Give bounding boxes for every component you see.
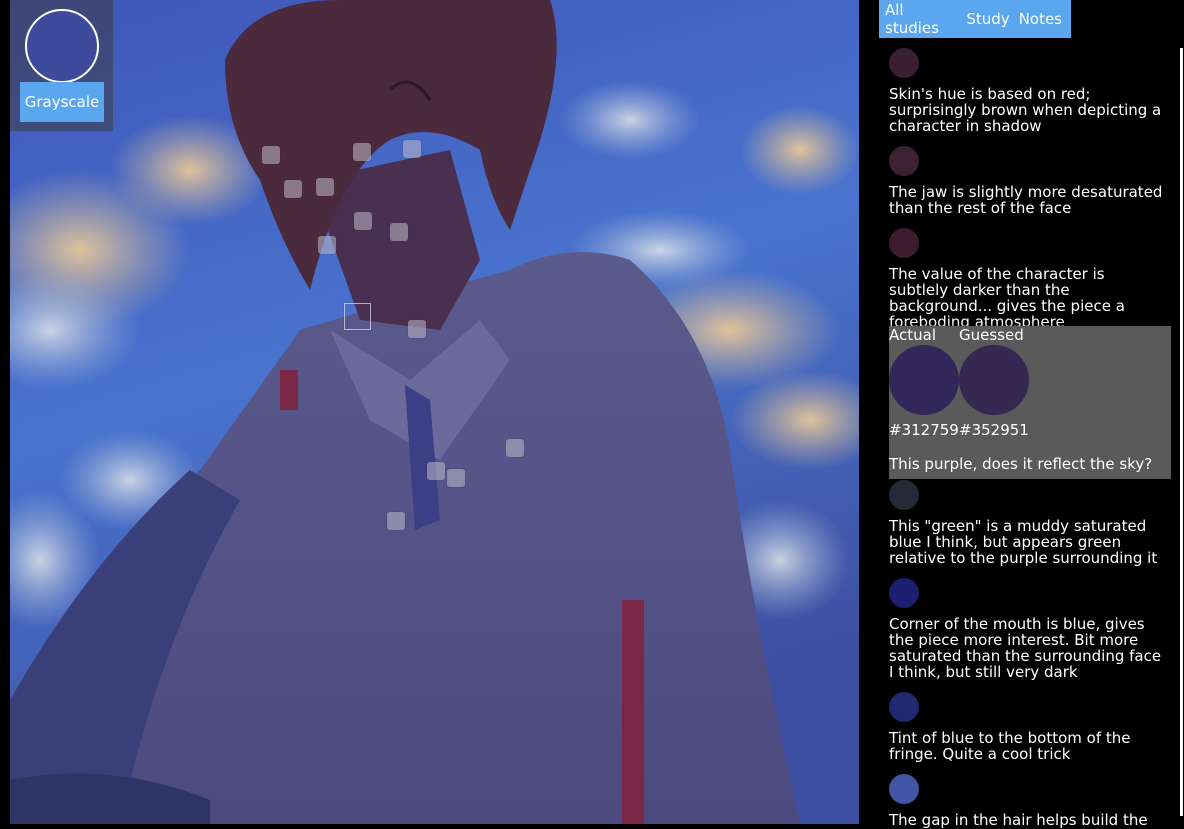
note-color-dot [889, 578, 919, 608]
note-item[interactable]: The jaw is slightly more desaturated tha… [889, 146, 1167, 216]
note-text: The value of the character is subtlely d… [889, 265, 1125, 331]
color-sample-marker[interactable] [447, 469, 465, 487]
note-item[interactable]: The value of the character is subtlely d… [889, 228, 1167, 330]
guessed-hex: #352951 [959, 421, 1029, 439]
color-sample-marker[interactable] [427, 462, 445, 480]
note-text: This "green" is a muddy saturated blue I… [889, 517, 1158, 567]
note-color-dot [889, 146, 919, 176]
note-item[interactable]: Corner of the mouth is blue, gives the p… [889, 578, 1167, 680]
note-text: The gap in the hair helps build the [889, 811, 1148, 829]
color-sample-marker[interactable] [403, 140, 421, 158]
note-item[interactable]: This "green" is a muddy saturated blue I… [889, 480, 1167, 566]
guessed-color-circle [959, 345, 1029, 415]
color-sample-marker[interactable] [354, 212, 372, 230]
note-color-dot [889, 228, 919, 258]
color-sample-marker[interactable] [284, 180, 302, 198]
note-text: Skin's hue is based on red; surprisingly… [889, 85, 1162, 135]
grayscale-panel: Grayscale [10, 0, 113, 131]
nav-study[interactable]: Study [966, 10, 1009, 28]
note-text: Corner of the mouth is blue, gives the p… [889, 615, 1162, 681]
nav-all-studies[interactable]: All studies [885, 1, 957, 37]
actual-hex: #312759 [889, 421, 959, 439]
notes-scrollbar[interactable] [1180, 48, 1183, 816]
note-color-dot [889, 692, 919, 722]
color-sample-marker[interactable] [408, 320, 426, 338]
actual-color-circle [889, 345, 959, 415]
artwork-painting [10, 0, 859, 824]
active-note-comment: This purple, does it reflect the sky? [889, 455, 1153, 473]
note-item[interactable]: Tint of blue to the bottom of the fringe… [889, 692, 1167, 762]
color-sample-marker-active[interactable] [344, 303, 371, 330]
note-text: The jaw is slightly more desaturated tha… [889, 183, 1163, 217]
color-sample-marker[interactable] [318, 236, 336, 254]
selected-color-swatch [25, 9, 99, 83]
note-text: Tint of blue to the bottom of the fringe… [889, 729, 1131, 763]
color-sample-marker[interactable] [506, 439, 524, 457]
color-sample-marker[interactable] [390, 223, 408, 241]
grayscale-button[interactable]: Grayscale [20, 82, 104, 122]
study-artwork[interactable] [10, 0, 859, 824]
note-color-dot [889, 48, 919, 78]
color-sample-marker[interactable] [353, 143, 371, 161]
note-item[interactable]: The gap in the hair helps build the [889, 774, 1167, 828]
note-item[interactable]: Skin's hue is based on red; surprisingly… [889, 48, 1167, 134]
note-color-dot [889, 774, 919, 804]
active-note-card[interactable]: Actual Guessed #312759 #352951 This purp… [889, 326, 1171, 479]
top-nav: All studies Study Notes [879, 0, 1071, 38]
nav-notes[interactable]: Notes [1019, 10, 1062, 28]
note-color-dot [889, 480, 919, 510]
guessed-label: Guessed [959, 326, 1024, 344]
color-sample-marker[interactable] [316, 178, 334, 196]
actual-label: Actual [889, 326, 936, 344]
color-sample-marker[interactable] [262, 146, 280, 164]
color-sample-marker[interactable] [387, 512, 405, 530]
